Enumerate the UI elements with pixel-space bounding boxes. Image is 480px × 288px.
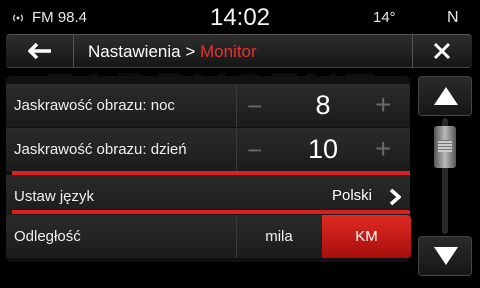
day-brightness-stepper: − 10 +: [236, 128, 410, 171]
header-bar: Nastawienia > Monitor: [6, 34, 472, 68]
scroll-down-button[interactable]: [418, 236, 472, 276]
night-brightness-value: 8: [315, 90, 331, 120]
close-button[interactable]: [412, 35, 472, 67]
night-brightness-plus-button[interactable]: +: [375, 89, 391, 121]
outside-temperature: 14°: [373, 9, 396, 26]
breadcrumb-parent: Nastawienia: [88, 42, 181, 61]
breadcrumb-current: Monitor: [199, 42, 257, 61]
setting-row-night-brightness: Jaskrawość obrazu: noc − 8 +: [6, 84, 410, 127]
settings-list: Jaskrawość obrazu: noc − 8 + Jaskrawość …: [6, 76, 411, 262]
day-brightness-value: 10: [307, 134, 339, 164]
unit-miles-button[interactable]: mila: [237, 215, 321, 258]
night-brightness-label: Jaskrawość obrazu: noc: [14, 97, 175, 114]
back-arrow-icon: [28, 43, 51, 59]
status-bar: FM 98.4 14:02 14° N: [0, 0, 480, 34]
page-title: Nastawienia > Monitor: [88, 42, 257, 62]
scroll-up-button[interactable]: [418, 76, 472, 116]
distance-label: Odległość: [14, 228, 81, 245]
setting-row-distance: Odległość mila KM: [6, 215, 411, 258]
back-button[interactable]: [6, 35, 74, 67]
night-brightness-stepper: − 8 +: [236, 84, 410, 127]
day-brightness-minus-button[interactable]: −: [247, 135, 262, 166]
scroll-down-icon: [434, 247, 458, 265]
night-brightness-minus-button[interactable]: −: [247, 91, 262, 122]
day-brightness-label: Jaskrawość obrazu: dzień: [14, 141, 187, 158]
distance-unit-toggle: mila KM: [236, 215, 411, 258]
language-label: Ustaw język: [14, 188, 95, 205]
scroll-up-icon: [434, 87, 458, 105]
compass-heading: N: [447, 9, 459, 26]
scrollbar-thumb[interactable]: [434, 126, 456, 168]
breadcrumb-separator: >: [180, 42, 200, 61]
day-brightness-plus-button[interactable]: +: [375, 133, 391, 165]
chevron-right-icon: [389, 188, 401, 206]
divider-red: [12, 210, 410, 214]
clock: 14:02: [209, 4, 271, 31]
setting-row-day-brightness: Jaskrawość obrazu: dzień − 10 +: [6, 128, 410, 171]
unit-km-button[interactable]: KM: [322, 215, 411, 258]
language-value: Polski: [332, 187, 373, 204]
close-icon: [433, 42, 451, 60]
